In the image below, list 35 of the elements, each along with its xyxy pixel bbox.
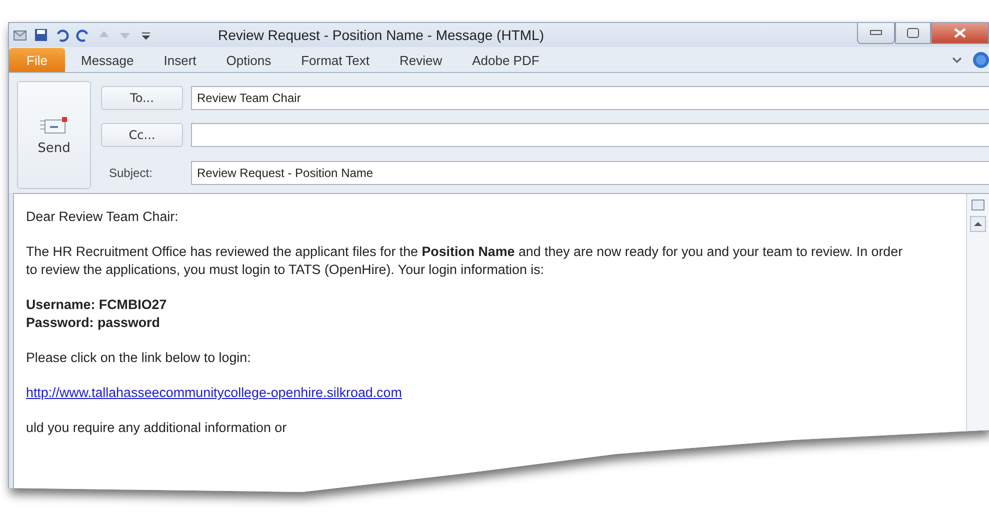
undo-icon[interactable] — [55, 28, 69, 42]
to-button[interactable]: To... — [101, 86, 183, 110]
help-icon[interactable] — [973, 52, 989, 68]
subject-field[interactable]: Review Request - Position Name — [191, 161, 989, 186]
ribbon-tab[interactable]: Review — [385, 48, 456, 72]
minimize-button[interactable] — [857, 23, 895, 44]
envelope-icon[interactable] — [13, 28, 27, 42]
body-paragraph: Dear Review Team Chair: — [26, 208, 180, 226]
to-field[interactable]: Review Team Chair — [191, 86, 989, 110]
maximize-button[interactable] — [895, 23, 931, 44]
body-paragraph: Please click on the link below to login: — [26, 349, 252, 367]
minimize-icon — [870, 30, 882, 36]
ruler-icon[interactable] — [971, 198, 985, 212]
body-paragraph: uld you require any additional information or — [26, 419, 288, 437]
save-icon[interactable] — [34, 28, 48, 42]
ribbon-tab[interactable]: Message — [67, 48, 148, 72]
send-button[interactable]: Send — [17, 81, 91, 189]
body-paragraph: The HR Recruitment Office has reviewed the applicant files for the Position Name and they are now ready for you and your team to review. In order to review the applications, you must login to TATS (OpenHire). Your login information is: — [26, 243, 904, 279]
credential-line: Password: password — [26, 314, 161, 332]
login-link[interactable]: http://www.tallahasseecommunitycollege-openhire.silkroad.com — [26, 385, 402, 400]
close-icon — [954, 28, 966, 38]
subject-label: Subject: — [108, 166, 154, 180]
ribbon-tab[interactable]: Insert — [150, 48, 210, 72]
envelope-icon — [39, 114, 69, 136]
cc-button[interactable]: Cc... — [101, 123, 183, 148]
scroll-up-icon[interactable] — [970, 216, 986, 232]
cc-field[interactable] — [191, 123, 989, 148]
ribbon-tab[interactable]: Format Text — [287, 48, 384, 72]
credential-line: Username: FCMBIO27 — [26, 296, 168, 314]
ribbon-tab[interactable]: Adobe PDF — [458, 48, 554, 72]
redo-icon[interactable] — [76, 28, 90, 42]
ribbon-tab[interactable]: Options — [212, 48, 286, 72]
maximize-icon — [907, 28, 919, 38]
window-title: Review Request - Position Name - Message (HTML) — [218, 27, 544, 43]
close-button[interactable] — [931, 23, 989, 44]
